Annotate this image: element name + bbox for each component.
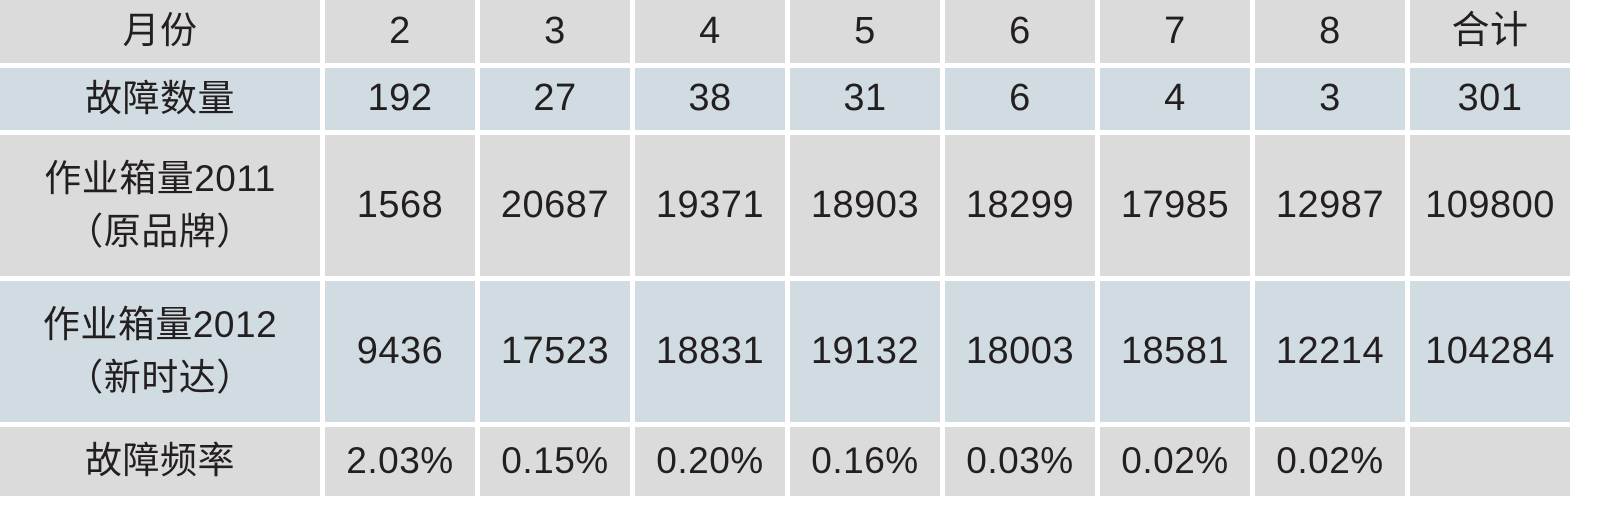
table-row: 故障频率 2.03% 0.15% 0.20% 0.16% 0.03% 0.02%… bbox=[0, 427, 1600, 496]
cell-volume-2012-6: 18003 bbox=[945, 281, 1095, 422]
cell-volume-2011-7: 17985 bbox=[1100, 135, 1250, 276]
cell-fault-rate-2: 2.03% bbox=[325, 427, 475, 496]
cell-volume-2012-4: 18831 bbox=[635, 281, 785, 422]
cell-fault-rate-6: 0.03% bbox=[945, 427, 1095, 496]
cell-volume-2011-total: 109800 bbox=[1410, 135, 1570, 276]
column-header-2: 2 bbox=[325, 0, 475, 63]
row-label-text: 作业箱量2012 bbox=[42, 303, 278, 345]
row-label-volume-2012: 作业箱量2012 （新时达） bbox=[0, 281, 320, 422]
table-row: 故障数量 192 27 38 31 6 4 3 301 bbox=[0, 68, 1600, 130]
column-header-6: 6 bbox=[945, 0, 1095, 63]
table-row: 作业箱量2012 （新时达） 9436 17523 18831 19132 18… bbox=[0, 281, 1600, 422]
cell-fault-rate-3: 0.15% bbox=[480, 427, 630, 496]
column-header-8: 8 bbox=[1255, 0, 1405, 63]
cell-fault-count-total: 301 bbox=[1410, 68, 1570, 130]
table-row: 作业箱量2011 （原品牌） 1568 20687 19371 18903 18… bbox=[0, 135, 1600, 276]
cell-fault-rate-5: 0.16% bbox=[790, 427, 940, 496]
table-header-row: 月份 2 3 4 5 6 7 8 合计 bbox=[0, 0, 1600, 63]
cell-volume-2012-7: 18581 bbox=[1100, 281, 1250, 422]
row-label-fault-rate: 故障频率 bbox=[0, 427, 320, 496]
cell-volume-2012-5: 19132 bbox=[790, 281, 940, 422]
row-label-fault-count: 故障数量 bbox=[0, 68, 320, 130]
column-header-5: 5 bbox=[790, 0, 940, 63]
cell-volume-2012-total: 104284 bbox=[1410, 281, 1570, 422]
statistics-table: 月份 2 3 4 5 6 7 8 合计 故障数量 192 27 38 31 6 … bbox=[0, 0, 1600, 521]
column-header-4: 4 bbox=[635, 0, 785, 63]
row-label-volume-2011: 作业箱量2011 （原品牌） bbox=[0, 135, 320, 276]
cell-fault-rate-4: 0.20% bbox=[635, 427, 785, 496]
cell-volume-2012-8: 12214 bbox=[1255, 281, 1405, 422]
cell-fault-count-7: 4 bbox=[1100, 68, 1250, 130]
cell-fault-rate-7: 0.02% bbox=[1100, 427, 1250, 496]
row-label-subtext: （新时达） bbox=[66, 356, 254, 398]
column-header-month: 月份 bbox=[0, 0, 320, 63]
cell-fault-rate-total bbox=[1410, 427, 1570, 496]
cell-volume-2011-3: 20687 bbox=[480, 135, 630, 276]
cell-volume-2011-6: 18299 bbox=[945, 135, 1095, 276]
cell-volume-2011-8: 12987 bbox=[1255, 135, 1405, 276]
cell-fault-count-5: 31 bbox=[790, 68, 940, 130]
row-label-subtext: （原品牌） bbox=[66, 210, 254, 252]
cell-fault-count-2: 192 bbox=[325, 68, 475, 130]
cell-fault-count-3: 27 bbox=[480, 68, 630, 130]
cell-fault-count-6: 6 bbox=[945, 68, 1095, 130]
row-label-text: 作业箱量2011 bbox=[44, 157, 276, 199]
cell-fault-count-8: 3 bbox=[1255, 68, 1405, 130]
cell-volume-2011-4: 19371 bbox=[635, 135, 785, 276]
cell-volume-2012-2: 9436 bbox=[325, 281, 475, 422]
column-header-7: 7 bbox=[1100, 0, 1250, 63]
cell-volume-2012-3: 17523 bbox=[480, 281, 630, 422]
row-label-text: 故障数量 bbox=[85, 77, 235, 119]
cell-fault-rate-8: 0.02% bbox=[1255, 427, 1405, 496]
row-label-text: 故障频率 bbox=[85, 440, 235, 482]
column-header-total: 合计 bbox=[1410, 0, 1570, 63]
cell-volume-2011-5: 18903 bbox=[790, 135, 940, 276]
cell-fault-count-4: 38 bbox=[635, 68, 785, 130]
column-header-month-label: 月份 bbox=[122, 10, 198, 52]
cell-volume-2011-2: 1568 bbox=[325, 135, 475, 276]
column-header-3: 3 bbox=[480, 0, 630, 63]
